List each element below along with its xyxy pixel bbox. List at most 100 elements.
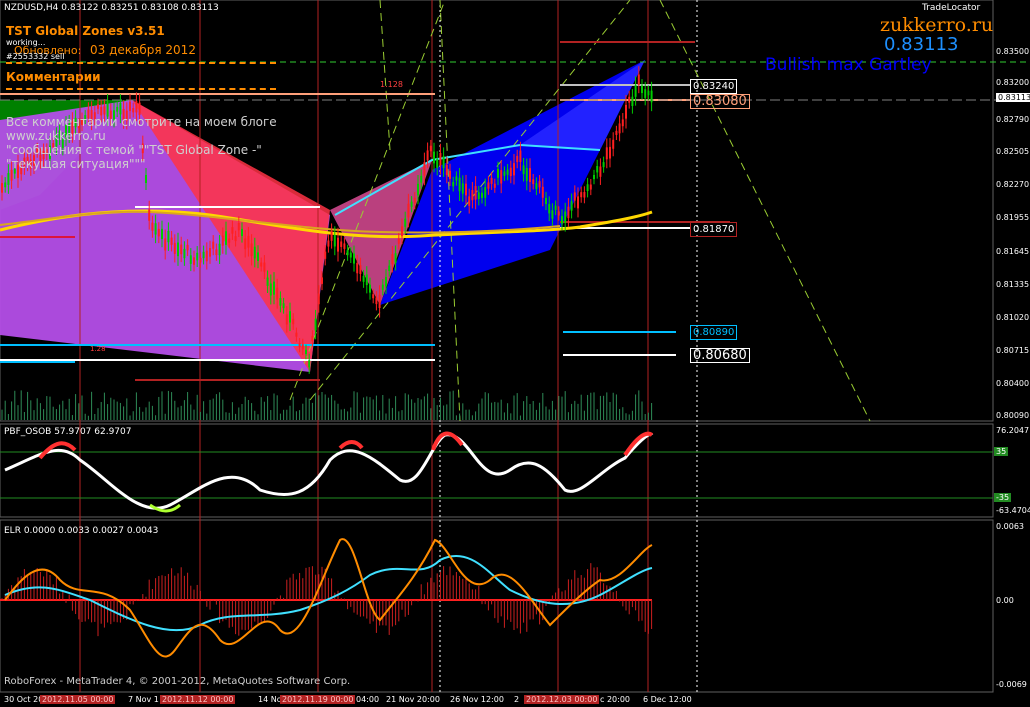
candle-body <box>535 183 538 190</box>
candle-body <box>164 238 167 251</box>
candle-body <box>234 236 237 242</box>
candle-body <box>442 156 445 169</box>
zukkerro-brand: zukkerro.ru <box>880 14 994 36</box>
price-tag-2: 0.81870 <box>690 222 738 237</box>
candle-body <box>420 175 423 183</box>
candle-body <box>388 265 391 271</box>
candle-body <box>129 101 131 112</box>
candle-body <box>583 192 586 198</box>
week-marker-date: 2012.11.05 00:00 <box>40 695 116 704</box>
price-tag-text: 0.80680 <box>693 348 747 363</box>
metatrader-chart-window[interactable]: NZDUSD,H4 0.83122 0.83251 0.83108 0.8311… <box>0 0 1030 707</box>
candle-body <box>465 183 467 196</box>
candle-body <box>538 181 541 188</box>
candle-body <box>257 252 259 262</box>
price-axis-tick: 0.81955 <box>996 213 1030 222</box>
zones-updated-date: 03 декабря 2012 <box>90 43 196 57</box>
candle-body <box>557 211 560 216</box>
candle-body <box>154 223 157 235</box>
candle-body <box>228 238 231 243</box>
osc2-bottom: -0.0069 <box>996 680 1027 689</box>
zones-divider-bottom <box>6 88 276 90</box>
candle-body <box>599 166 602 177</box>
candle-body <box>221 235 224 246</box>
candle-body <box>324 251 327 259</box>
candle-body <box>471 190 474 201</box>
time-axis-tick: 30 Oct 20 <box>4 695 44 704</box>
candle-body <box>116 106 119 112</box>
comments-title: Комментарии <box>6 70 101 84</box>
candle-body <box>375 297 378 305</box>
price-axis-tick: 0.82270 <box>996 180 1030 189</box>
candle-body <box>509 167 512 177</box>
candle-body <box>490 177 493 184</box>
candle-body <box>391 254 394 265</box>
candle-body <box>561 216 563 224</box>
candle-body <box>641 85 643 94</box>
price-tag-text: 0.83240 <box>693 81 735 92</box>
time-axis-tick: 2 <box>514 695 520 704</box>
time-axis-tick: 7 Nov 1 <box>128 695 159 704</box>
candle-body <box>525 167 528 181</box>
zones-ticket: #2553332 sell <box>6 52 65 61</box>
price-tag-text: 0.83080 <box>693 94 747 109</box>
candle-body <box>477 192 480 200</box>
candle-body <box>138 102 141 115</box>
candle-body <box>285 314 288 325</box>
candle-body <box>202 251 205 259</box>
price-tag-1: 0.83080 <box>690 94 750 109</box>
price-tag-text: 0.81870 <box>693 224 735 235</box>
candle-body <box>593 174 595 180</box>
candle-body <box>461 183 464 194</box>
candle-body <box>132 107 135 113</box>
candle-body <box>170 237 173 245</box>
candle-body <box>417 183 419 196</box>
copyright: RoboForex - MetaTrader 4, © 2001-2012, M… <box>4 676 351 687</box>
zones-divider-top <box>6 62 276 64</box>
week-marker-date: 2012.12.03 00:00 <box>524 695 600 704</box>
time-axis-tick: 21 Nov 20:00 <box>386 695 440 704</box>
candle-body <box>516 155 519 163</box>
time-axis-tick: 04:00 <box>356 695 380 704</box>
candle-body <box>618 123 621 134</box>
candle-body <box>273 281 275 295</box>
candle-body <box>513 163 515 176</box>
candle-body <box>103 106 106 115</box>
candle-body <box>180 244 183 255</box>
candle-body <box>506 169 509 175</box>
candle-body <box>381 284 384 290</box>
candle-body <box>493 183 496 188</box>
trade-locator-label: TradeLocator <box>922 3 981 13</box>
candle-body <box>634 85 637 97</box>
candle-body <box>167 231 170 243</box>
candle-body <box>436 158 439 168</box>
candle-body <box>487 182 490 189</box>
candle-body <box>433 151 435 164</box>
candle-body <box>119 102 122 115</box>
candle-body <box>4 182 7 188</box>
small-fib-label: 1.28 <box>90 345 106 353</box>
candle-body <box>311 335 314 342</box>
zones-title: TST Global Zones v3.51 <box>6 24 165 38</box>
candle-body <box>97 104 99 109</box>
candle-body <box>401 226 403 237</box>
chart-drawing-canvas <box>0 0 1030 693</box>
candle-body <box>333 235 336 247</box>
candle-body <box>551 210 554 219</box>
candle-body <box>605 147 608 160</box>
candle-body <box>468 196 471 206</box>
candle-body <box>452 182 455 187</box>
candle-body <box>305 349 307 355</box>
price-axis-tick: 0.80715 <box>996 346 1030 355</box>
candle-body <box>253 246 256 259</box>
osc1-top: 76.2047 <box>996 426 1030 435</box>
candle-body <box>231 227 234 234</box>
candle-body <box>346 250 349 256</box>
candle-body <box>186 244 189 251</box>
candle-body <box>602 162 605 168</box>
candle-body <box>161 228 163 240</box>
candle-body <box>209 248 211 257</box>
comments-block: Все комментарии смотрите на моем блоге w… <box>6 115 277 171</box>
candle-body <box>372 294 375 299</box>
candle-body <box>570 201 573 211</box>
